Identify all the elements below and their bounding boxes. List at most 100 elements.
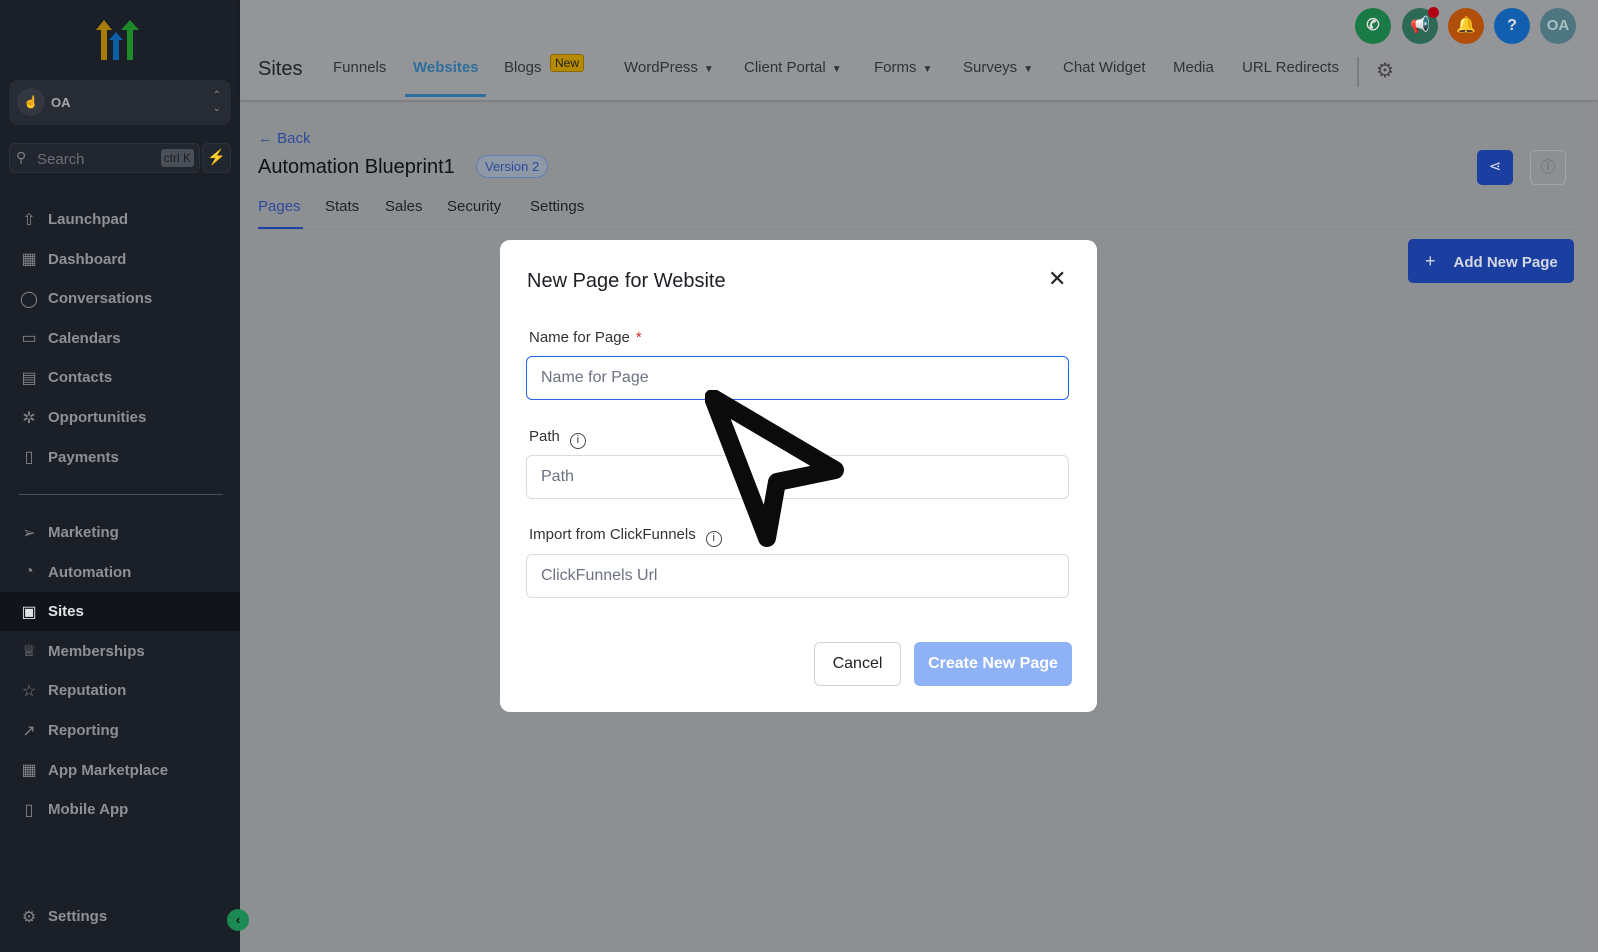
quick-action-bolt-icon[interactable]: ⚡ bbox=[202, 143, 231, 173]
sidebar-icon: ☆ bbox=[21, 682, 37, 700]
import-label: Import from ClickFunnels i bbox=[529, 526, 722, 547]
sidebar-item-label: Reporting bbox=[48, 722, 119, 739]
tab-label: WordPress bbox=[624, 59, 698, 76]
sidebar-item-label: Calendars bbox=[48, 329, 121, 347]
account-switcher[interactable]: ☝ OA ⌃ ⌄ bbox=[9, 80, 231, 125]
path-label-text: Path bbox=[529, 428, 560, 445]
version-badge: Version 2 bbox=[476, 155, 549, 178]
chevron-down-icon: ▼ bbox=[831, 64, 842, 75]
sidebar-item-calendars[interactable]: ▭ Calendars bbox=[0, 319, 240, 358]
sidebar-item-conversations[interactable]: ◯ Conversations bbox=[0, 279, 240, 318]
sidebar-item-marketing[interactable]: ➢ Marketing bbox=[0, 513, 240, 552]
account-avatar-icon: ☝ bbox=[17, 88, 45, 116]
tab-pages[interactable]: Pages bbox=[258, 198, 301, 215]
tab-sales[interactable]: Sales bbox=[385, 198, 423, 215]
sidebar-item-label: App Marketplace bbox=[48, 761, 169, 779]
sidebar-icon: ▤ bbox=[21, 369, 37, 387]
create-new-page-button[interactable]: Create New Page bbox=[914, 642, 1072, 686]
sidebar-item-memberships[interactable]: ♕ Memberships bbox=[0, 632, 240, 671]
sidebar-item-label: Settings bbox=[48, 908, 108, 925]
gear-icon[interactable]: ⚙ bbox=[1376, 58, 1394, 83]
clickfunnels-url-input[interactable] bbox=[526, 554, 1069, 598]
add-new-page-button[interactable]: + Add New Page bbox=[1408, 239, 1574, 283]
sidebar-item-label: Launchpad bbox=[48, 211, 129, 228]
sidebar-item-reporting[interactable]: ↗ Reporting bbox=[0, 711, 240, 750]
user-avatar[interactable]: OA bbox=[1540, 8, 1576, 44]
tab-security[interactable]: Security bbox=[447, 198, 501, 215]
chevron-down-icon: ▼ bbox=[703, 64, 714, 75]
new-badge: New bbox=[550, 54, 585, 72]
sidebar: ☝ OA ⌃ ⌄ ⚲ Search ctrl K ⚡ ⇧ Launchpad ▦ Das… bbox=[0, 0, 249, 952]
modal-title: New Page for Website bbox=[527, 270, 726, 292]
info-icon[interactable]: ⓘ bbox=[1530, 150, 1566, 185]
close-icon[interactable]: ✕ bbox=[1048, 266, 1066, 292]
sidebar-item-launchpad[interactable]: ⇧ Launchpad bbox=[0, 200, 240, 239]
search-input[interactable]: ⚲ Search ctrl K bbox=[9, 143, 200, 173]
sidebar-item-settings[interactable]: ⚙ Settings bbox=[0, 897, 240, 936]
sidebar-icon: ▯ bbox=[24, 449, 34, 467]
sidebar-item-label: Conversations bbox=[48, 290, 153, 308]
plus-icon: + bbox=[1425, 251, 1436, 271]
chevron-down-icon: ▼ bbox=[1023, 64, 1034, 75]
bell-icon[interactable]: 🔔 bbox=[1448, 8, 1484, 44]
top-header: Sites Funnels Websites Blogs New WordPre… bbox=[240, 0, 1598, 100]
sidebar-icon: ▭ bbox=[21, 330, 37, 348]
sidebar-icon: ◔ bbox=[24, 563, 34, 581]
header-divider bbox=[1357, 57, 1359, 87]
sidebar-item-label: Marketing bbox=[48, 524, 119, 541]
tab-websites[interactable]: Websites bbox=[413, 59, 479, 76]
tab-settings[interactable]: Settings bbox=[530, 198, 584, 215]
share-icon[interactable]: ⋖ bbox=[1477, 150, 1513, 185]
tab-funnels[interactable]: Funnels bbox=[333, 59, 386, 76]
sidebar-item-automation[interactable]: ◔ Automation bbox=[0, 553, 240, 592]
tab-stats[interactable]: Stats bbox=[325, 198, 359, 215]
sidebar-item-reputation[interactable]: ☆ Reputation bbox=[0, 671, 240, 710]
sidebar-item-app-marketplace[interactable]: ▦ App Marketplace bbox=[0, 751, 240, 790]
sidebar-icon: ▣ bbox=[21, 603, 37, 621]
tab-label: Forms bbox=[874, 59, 917, 76]
tab-blogs[interactable]: Blogs bbox=[504, 59, 542, 76]
sidebar-icon: ▦ bbox=[21, 762, 37, 780]
sidebar-item-label: Reputation bbox=[48, 682, 127, 700]
sidebar-item-label: Mobile App bbox=[48, 801, 129, 819]
sidebar-icon: ⇧ bbox=[22, 211, 36, 229]
chevron-down-icon: ▼ bbox=[922, 64, 933, 75]
phone-icon[interactable]: ✆ bbox=[1355, 8, 1391, 44]
app-logo bbox=[96, 20, 139, 60]
add-new-page-label: Add New Page bbox=[1453, 254, 1558, 271]
back-link[interactable]: ← Back bbox=[258, 130, 311, 147]
sidebar-icon: ▯ bbox=[24, 801, 34, 819]
import-label-text: Import from ClickFunnels bbox=[529, 526, 696, 543]
sidebar-item-opportunities[interactable]: ✲ Opportunities bbox=[0, 398, 240, 437]
page-title: Automation Blueprint1 bbox=[258, 156, 455, 178]
account-name: OA bbox=[51, 95, 71, 110]
sidebar-icon: ♕ bbox=[21, 643, 37, 661]
tab-media[interactable]: Media bbox=[1173, 59, 1214, 76]
tab-wordpress[interactable]: WordPress ▼ bbox=[624, 59, 714, 76]
sidebar-item-dashboard[interactable]: ▦ Dashboard bbox=[0, 240, 240, 279]
mouse-pointer-icon bbox=[705, 390, 844, 547]
sidebar-icon: ➢ bbox=[22, 524, 36, 542]
sidebar-icon: ↗ bbox=[22, 722, 36, 740]
cancel-button[interactable]: Cancel bbox=[814, 642, 901, 686]
sidebar-icon: ▦ bbox=[21, 251, 37, 269]
path-label: Path i bbox=[529, 428, 586, 449]
sidebar-item-contacts[interactable]: ▤ Contacts bbox=[0, 358, 240, 397]
required-marker: * bbox=[635, 329, 642, 346]
search-placeholder: Search bbox=[37, 151, 85, 168]
tab-client-portal[interactable]: Client Portal ▼ bbox=[744, 59, 842, 76]
tab-chat-widget[interactable]: Chat Widget bbox=[1063, 59, 1146, 76]
tab-surveys[interactable]: Surveys ▼ bbox=[963, 59, 1033, 76]
tab-url-redirects[interactable]: URL Redirects bbox=[1242, 59, 1339, 76]
tab-label: Client Portal bbox=[744, 59, 826, 76]
tab-forms[interactable]: Forms ▼ bbox=[874, 59, 932, 76]
tab-label: Surveys bbox=[963, 59, 1018, 76]
megaphone-icon[interactable]: 📢 bbox=[1402, 7, 1439, 44]
help-icon[interactable]: ? bbox=[1494, 8, 1530, 44]
sidebar-item-payments[interactable]: ▯ Payments bbox=[0, 438, 240, 477]
info-icon[interactable]: i bbox=[569, 433, 586, 449]
sidebar-item-sites[interactable]: ▣ Sites bbox=[0, 592, 240, 632]
sidebar-item-mobile-app[interactable]: ▯ Mobile App bbox=[0, 790, 240, 829]
collapse-sidebar-button[interactable]: ‹ bbox=[227, 909, 249, 931]
shortcut-hint: ctrl K bbox=[160, 149, 194, 167]
